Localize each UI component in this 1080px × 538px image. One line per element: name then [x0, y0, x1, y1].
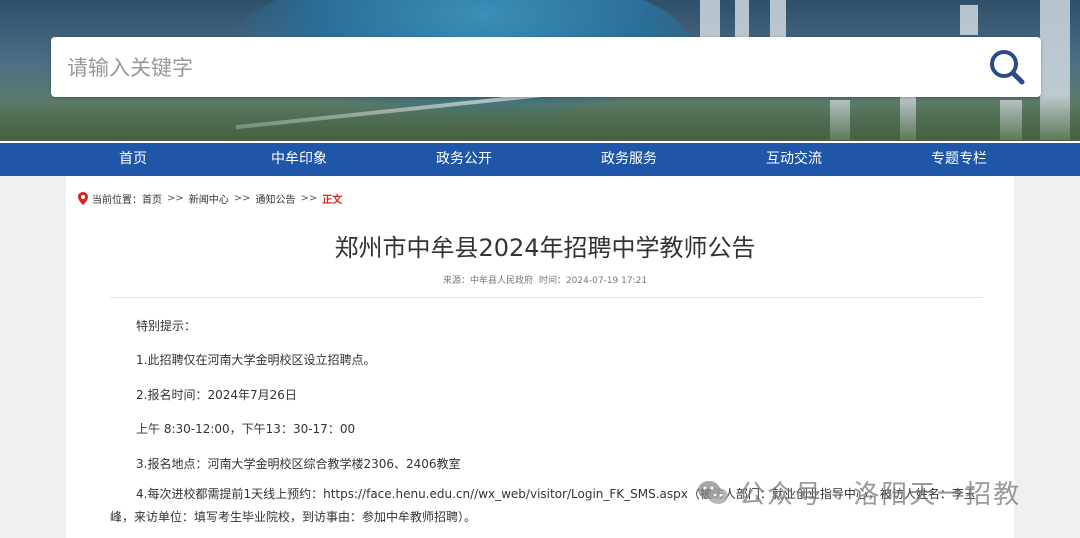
title-divider: [110, 297, 982, 298]
nav-item-government-services[interactable]: 政务服务: [601, 143, 657, 176]
breadcrumb-prefix: 当前位置：: [92, 195, 142, 206]
watermark-separator: ·: [833, 477, 844, 508]
article-paragraph: 特别提示：: [136, 319, 197, 333]
article-time: 时间：2024-07-19 17:21: [538, 276, 648, 286]
nav-item-zhongmou-impression[interactable]: 中牟印象: [271, 143, 327, 176]
article-meta: 来源：中牟县人民政府 时间：2024-07-19 17:21: [66, 273, 1024, 286]
article-source: 来源：中牟县人民政府: [442, 276, 533, 286]
article-paragraph: 1.此招聘仅在河南大学金明校区设立招聘点。: [136, 353, 376, 367]
article-paragraph: 3.报名地点：河南大学金明校区综合教学楼2306、2406教室: [136, 457, 461, 471]
watermark-label: 公众号: [739, 480, 824, 510]
search-bar: [51, 37, 1041, 97]
breadcrumb: 当前位置： 首页 >> 新闻中心 >> 通知公告 >> 正文: [78, 191, 342, 206]
breadcrumb-current: 正文: [322, 195, 343, 206]
watermark: 公众号 · 洛阳天一招教: [697, 474, 1021, 511]
nav-item-interaction[interactable]: 互动交流: [766, 143, 822, 176]
main-nav: 首页 中牟印象 政务公开 政务服务 互动交流 专题专栏: [0, 141, 1080, 176]
article-title: 郑州市中牟县2024年招聘中学教师公告: [334, 234, 756, 262]
breadcrumb-news-link[interactable]: 新闻中心: [189, 191, 229, 206]
breadcrumb-separator: >>: [300, 193, 318, 204]
article-paragraph: 上午 8:30-12:00，下午13：30-17：00: [136, 422, 356, 436]
nav-item-special-topics[interactable]: 专题专栏: [931, 143, 987, 176]
breadcrumb-home-link[interactable]: 首页: [142, 191, 162, 206]
breadcrumb-separator: >>: [167, 193, 184, 204]
location-pin-icon: [78, 192, 88, 205]
nav-item-government-affairs[interactable]: 政务公开: [436, 143, 492, 176]
wechat-icon: [698, 480, 728, 504]
banner-building: [960, 5, 978, 35]
search-button[interactable]: [987, 47, 1027, 87]
banner-greenery: [0, 95, 1080, 141]
search-icon: [990, 50, 1025, 85]
search-input[interactable]: [65, 47, 969, 89]
banner-building: [735, 0, 749, 40]
breadcrumb-separator: >>: [233, 193, 251, 204]
nav-item-home[interactable]: 首页: [119, 143, 147, 176]
watermark-account-name: 洛阳天一招教: [853, 480, 1022, 510]
breadcrumb-notices-link[interactable]: 通知公告: [256, 191, 296, 206]
article-paragraph: 2.报名时间：2024年7月26日: [136, 388, 297, 402]
